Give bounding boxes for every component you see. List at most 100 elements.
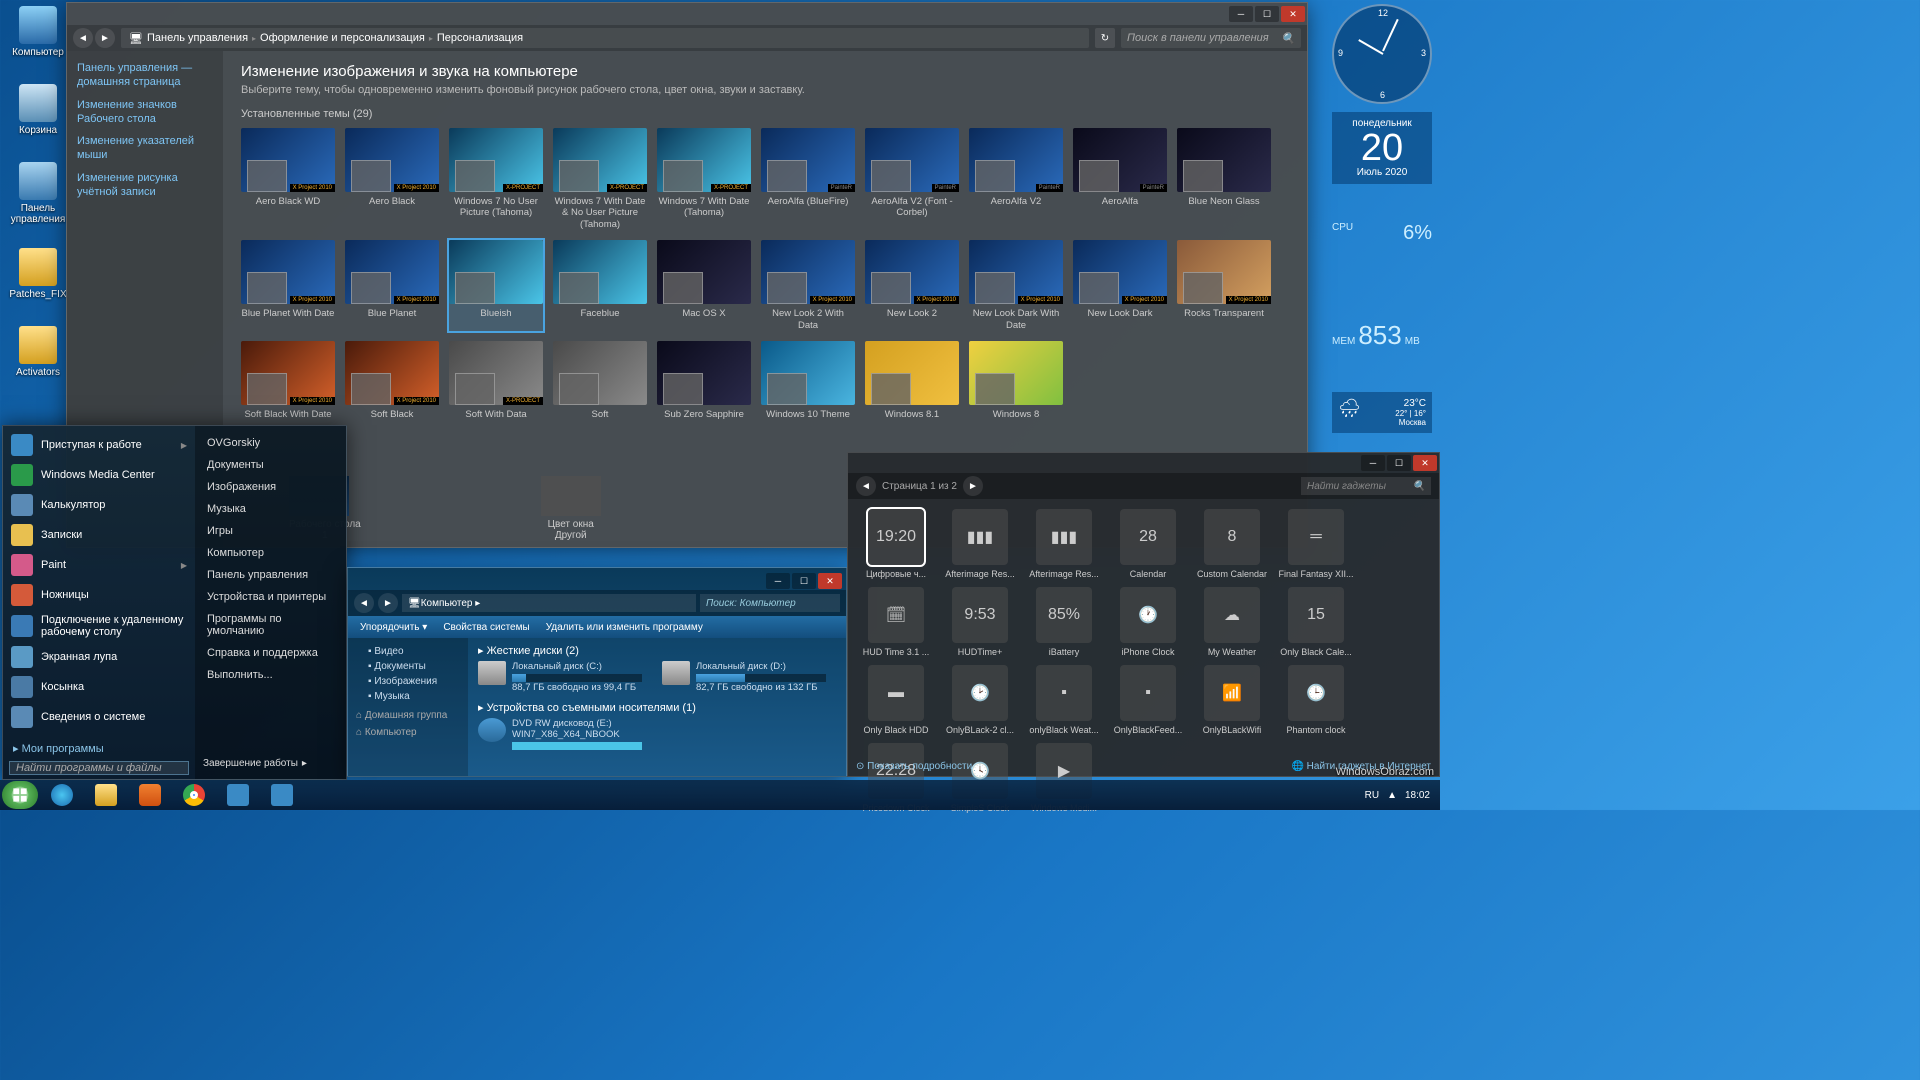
theme-item[interactable]: X Project 2010Soft Black <box>345 341 439 420</box>
desktop-icon-patches_fix[interactable]: Patches_FIX <box>8 248 68 300</box>
sidebar-link[interactable]: Панель управления — домашняя страница <box>77 61 213 90</box>
window-color-option[interactable]: Цвет окна Другой <box>541 476 601 541</box>
close-button[interactable]: ✕ <box>1413 455 1437 471</box>
start-menu-item[interactable]: Записки <box>3 520 195 550</box>
gadget-item[interactable]: 28Calendar <box>1108 509 1188 579</box>
sidebar-link[interactable]: Изменение указателей мыши <box>77 134 213 163</box>
start-menu-link[interactable]: Выполнить... <box>195 664 346 686</box>
back-button[interactable]: ◄ <box>354 593 374 613</box>
theme-item[interactable]: Faceblue <box>553 240 647 331</box>
shutdown-button[interactable]: Завершение работы <box>203 758 298 769</box>
taskbar-media-player[interactable] <box>130 782 170 808</box>
gadget-item[interactable]: ▪OnlyBlackFeed... <box>1108 665 1188 735</box>
close-button[interactable]: ✕ <box>818 573 842 589</box>
theme-item[interactable]: PainteRAeroAlfa (BlueFire) <box>761 128 855 230</box>
minimize-button[interactable]: ─ <box>1361 455 1385 471</box>
cpu-meter-gadget[interactable]: CPU6% <box>1332 222 1432 245</box>
start-menu-link[interactable]: Изображения <box>195 476 346 498</box>
start-menu-item[interactable]: Подключение к удаленному рабочему столу <box>3 610 195 642</box>
theme-item[interactable]: X-PROJECTWindows 7 With Date & No User P… <box>553 128 647 230</box>
gadget-item[interactable]: ☁My Weather <box>1192 587 1272 657</box>
start-menu-link[interactable]: Компьютер <box>195 542 346 564</box>
start-menu-link[interactable]: Программы по умолчанию <box>195 608 346 642</box>
theme-item[interactable]: Sub Zero Sapphire <box>657 341 751 420</box>
search-input[interactable]: Поиск: Компьютер <box>700 594 840 612</box>
start-search-input[interactable]: Найти программы и файлы <box>9 761 189 775</box>
system-tray[interactable]: RU ▲ 18:02 <box>1365 790 1438 801</box>
show-details-link[interactable]: ⊙ Показать подробности <box>856 761 972 772</box>
sidebar-link[interactable]: Изменение рисунка учётной записи <box>77 171 213 200</box>
nav-group[interactable]: ⌂ Компьютер <box>356 727 460 738</box>
gadget-item[interactable]: 🗓HUD Time 3.1 ... <box>856 587 936 657</box>
theme-item[interactable]: X Project 2010Blue Planet <box>345 240 439 331</box>
breadcrumb[interactable]: 🖥 Панель управления ▸ Оформление и персо… <box>121 28 1089 48</box>
forward-button[interactable]: ► <box>95 28 115 48</box>
tray-lang[interactable]: RU <box>1365 790 1379 801</box>
prev-page-button[interactable]: ◄ <box>856 476 876 496</box>
theme-item[interactable]: Windows 10 Theme <box>761 341 855 420</box>
start-menu-item[interactable]: Ножницы <box>3 580 195 610</box>
theme-item[interactable]: X-PROJECTSoft With Data <box>449 341 543 420</box>
theme-item[interactable]: X Project 2010New Look Dark <box>1073 240 1167 331</box>
theme-item[interactable]: X Project 2010New Look 2 With Data <box>761 240 855 331</box>
window-titlebar[interactable]: ─ ☐ ✕ <box>67 3 1307 25</box>
gadget-item[interactable]: 9:53HUDTime+ <box>940 587 1020 657</box>
weather-gadget[interactable]: 🌧 23°C 22° | 16° Москва <box>1332 392 1432 433</box>
maximize-button[interactable]: ☐ <box>1255 6 1279 22</box>
taskbar-app[interactable] <box>262 782 302 808</box>
toolbar-button[interactable]: Свойства системы <box>443 622 529 633</box>
refresh-button[interactable]: ↻ <box>1095 28 1115 48</box>
start-menu-item[interactable]: Косынка <box>3 672 195 702</box>
theme-item[interactable]: Soft <box>553 341 647 420</box>
dvd-drive[interactable]: DVD RW дисковод (E:) WIN7_X86_X64_NBOOK <box>478 718 836 750</box>
theme-item[interactable]: X Project 2010New Look 2 <box>865 240 959 331</box>
gadget-item[interactable]: 85%iBattery <box>1024 587 1104 657</box>
taskbar-chrome[interactable] <box>174 782 214 808</box>
search-input[interactable]: Поиск в панели управления 🔍 <box>1121 28 1301 48</box>
theme-item[interactable]: X-PROJECTWindows 7 With Date (Tahoma) <box>657 128 751 230</box>
gadget-item[interactable]: ▬Only Black HDD <box>856 665 936 735</box>
breadcrumb-item[interactable]: Персонализация <box>437 32 523 44</box>
gadget-item[interactable]: ═Final Fantasy XII... <box>1276 509 1356 579</box>
back-button[interactable]: ◄ <box>73 28 93 48</box>
minimize-button[interactable]: ─ <box>1229 6 1253 22</box>
analog-clock-gadget[interactable]: 12 3 6 9 <box>1332 4 1432 104</box>
tray-clock[interactable]: 18:02 <box>1405 790 1430 801</box>
toolbar-button[interactable]: Упорядочить ▾ <box>360 622 427 633</box>
gadget-item[interactable]: ▮▮▮Afterimage Res... <box>1024 509 1104 579</box>
nav-group[interactable]: ⌂ Домашняя группа <box>356 710 460 721</box>
start-menu-link[interactable]: Справка и поддержка <box>195 642 346 664</box>
taskbar-ie[interactable] <box>42 782 82 808</box>
theme-item[interactable]: X Project 2010New Look Dark With Date <box>969 240 1063 331</box>
start-menu-item[interactable]: Windows Media Center <box>3 460 195 490</box>
theme-item[interactable]: X Project 2010Aero Black WD <box>241 128 335 230</box>
theme-item[interactable]: PainteRAeroAlfa <box>1073 128 1167 230</box>
all-programs-link[interactable]: ▸ Мои программы <box>3 736 195 761</box>
tray-flag-icon[interactable]: ▲ <box>1387 790 1397 801</box>
desktop-icon-компьютер[interactable]: Компьютер <box>8 6 68 58</box>
theme-item[interactable]: PainteRAeroAlfa V2 (Font - Corbel) <box>865 128 959 230</box>
gadget-item[interactable]: 🕒Phantom clock <box>1276 665 1356 735</box>
theme-item[interactable]: X Project 2010Blue Planet With Date <box>241 240 335 331</box>
theme-item[interactable]: PainteRAeroAlfa V2 <box>969 128 1063 230</box>
sidebar-link[interactable]: Изменение значков Рабочего стола <box>77 98 213 127</box>
theme-item[interactable]: Windows 8.1 <box>865 341 959 420</box>
gadget-item[interactable]: 🕑OnlyBLack-2 cl... <box>940 665 1020 735</box>
drive-item[interactable]: Локальный диск (D:)82,7 ГБ свободно из 1… <box>662 661 826 693</box>
start-menu-link[interactable]: Панель управления <box>195 564 346 586</box>
minimize-button[interactable]: ─ <box>766 573 790 589</box>
theme-item[interactable]: Blueish <box>449 240 543 331</box>
gadget-item[interactable]: 15Only Black Cale... <box>1276 587 1356 657</box>
start-menu-item[interactable]: Paint▶ <box>3 550 195 580</box>
breadcrumb[interactable]: 🖥 Компьютер ▸ <box>402 594 696 612</box>
gadget-item[interactable]: ▪onlyBlack Weat... <box>1024 665 1104 735</box>
gadget-item[interactable]: ▮▮▮Afterimage Res... <box>940 509 1020 579</box>
maximize-button[interactable]: ☐ <box>792 573 816 589</box>
memory-meter-gadget[interactable]: MEM853MB <box>1332 320 1432 351</box>
nav-item[interactable]: ▪ Документы <box>356 659 460 674</box>
shutdown-options-button[interactable]: ▸ <box>302 758 307 769</box>
theme-item[interactable]: X Project 2010Soft Black With Date <box>241 341 335 420</box>
gadget-item[interactable]: 📶OnlyBLackWifi <box>1192 665 1272 735</box>
taskbar-explorer[interactable] <box>86 782 126 808</box>
theme-item[interactable]: X Project 2010Rocks Transparent <box>1177 240 1271 331</box>
